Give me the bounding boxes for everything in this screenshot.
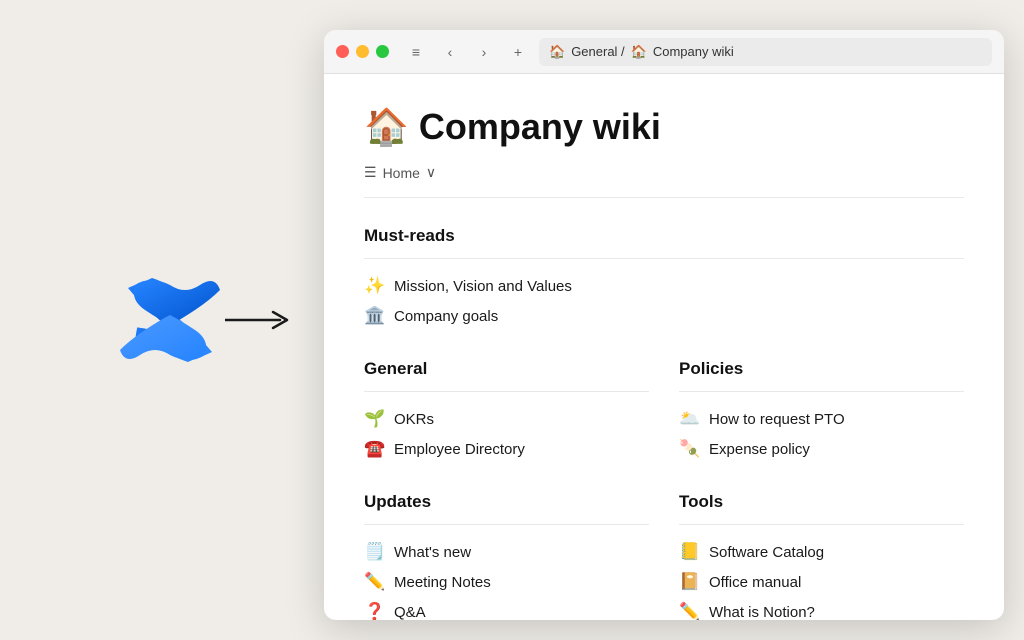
address-bar[interactable]: 🏠 General / 🏠 Company wiki [539, 38, 992, 66]
meeting-notes-label: Meeting Notes [394, 574, 491, 591]
address-home-icon: 🏠 [549, 44, 565, 60]
browser-titlebar: ≡ ‹ › + 🏠 General / 🏠 Company wiki [324, 30, 1004, 74]
what-is-notion-emoji: ✏️ [679, 602, 701, 620]
mission-link[interactable]: ✨ Mission, Vision and Values [364, 271, 964, 301]
company-goals-emoji: 🏛️ [364, 306, 386, 326]
employee-directory-emoji: ☎️ [364, 439, 386, 459]
software-catalog-emoji: 📒 [679, 542, 701, 562]
pto-link[interactable]: 🌥️ How to request PTO [679, 404, 964, 434]
left-panel [0, 0, 340, 640]
whats-new-emoji: 🗒️ [364, 542, 386, 562]
maximize-button[interactable] [376, 45, 389, 58]
mission-emoji: ✨ [364, 276, 386, 296]
arrow-icon [225, 305, 305, 335]
company-goals-link[interactable]: 🏛️ Company goals [364, 301, 964, 331]
policies-section: Policies 🌥️ How to request PTO 🍡 Expense… [679, 359, 964, 464]
expense-policy-emoji: 🍡 [679, 439, 701, 459]
company-goals-label: Company goals [394, 308, 498, 325]
expense-policy-label: Expense policy [709, 441, 810, 458]
page-title: 🏠 Company wiki [364, 106, 964, 148]
meeting-notes-link[interactable]: ✏️ Meeting Notes [364, 567, 649, 597]
breadcrumb-icon: ☰ [364, 164, 377, 181]
tools-heading: Tools [679, 492, 964, 512]
address-text: General / [571, 44, 624, 59]
forward-button[interactable]: › [471, 39, 497, 65]
employee-directory-link[interactable]: ☎️ Employee Directory [364, 434, 649, 464]
new-tab-button[interactable]: + [505, 39, 531, 65]
whats-new-link[interactable]: 🗒️ What's new [364, 537, 649, 567]
expense-policy-link[interactable]: 🍡 Expense policy [679, 434, 964, 464]
breadcrumb-chevron: ∨ [426, 164, 436, 181]
close-button[interactable] [336, 45, 349, 58]
qa-link[interactable]: ❓ Q&A [364, 597, 649, 620]
qa-label: Q&A [394, 604, 426, 621]
office-manual-link[interactable]: 📔 Office manual [679, 567, 964, 597]
must-reads-section: Must-reads ✨ Mission, Vision and Values … [364, 226, 964, 331]
office-manual-label: Office manual [709, 574, 801, 591]
pto-emoji: 🌥️ [679, 409, 701, 429]
must-reads-heading: Must-reads [364, 226, 964, 246]
traffic-lights [336, 45, 389, 58]
general-heading: General [364, 359, 649, 379]
what-is-notion-link[interactable]: ✏️ What is Notion? [679, 597, 964, 620]
pto-label: How to request PTO [709, 411, 845, 428]
page-title-text: Company wiki [419, 106, 661, 148]
general-divider [364, 391, 649, 392]
minimize-button[interactable] [356, 45, 369, 58]
software-catalog-label: Software Catalog [709, 544, 824, 561]
address-page-title: Company wiki [653, 44, 734, 59]
back-button[interactable]: ‹ [437, 39, 463, 65]
qa-emoji: ❓ [364, 602, 386, 620]
must-reads-divider [364, 258, 964, 259]
what-is-notion-label: What is Notion? [709, 604, 815, 621]
browser-window: ≡ ‹ › + 🏠 General / 🏠 Company wiki 🏠 Com… [324, 30, 1004, 620]
employee-directory-label: Employee Directory [394, 441, 525, 458]
page-title-emoji: 🏠 [364, 106, 409, 148]
breadcrumb-nav: ☰ Home ∨ [364, 164, 964, 198]
two-col-layout: General 🌱 OKRs ☎️ Employee Directory Pol… [364, 359, 964, 620]
confluence-logo [115, 265, 225, 375]
breadcrumb-home-label[interactable]: Home [383, 165, 420, 181]
policies-divider [679, 391, 964, 392]
hamburger-menu-button[interactable]: ≡ [403, 39, 429, 65]
logo-container [115, 265, 225, 375]
tools-divider [679, 524, 964, 525]
updates-divider [364, 524, 649, 525]
updates-section: Updates 🗒️ What's new ✏️ Meeting Notes ❓… [364, 492, 649, 620]
page-content: 🏠 Company wiki ☰ Home ∨ Must-reads ✨ Mis… [324, 74, 1004, 620]
okrs-link[interactable]: 🌱 OKRs [364, 404, 649, 434]
meeting-notes-emoji: ✏️ [364, 572, 386, 592]
okrs-emoji: 🌱 [364, 409, 386, 429]
tools-section: Tools 📒 Software Catalog 📔 Office manual… [679, 492, 964, 620]
mission-label: Mission, Vision and Values [394, 278, 572, 295]
policies-heading: Policies [679, 359, 964, 379]
office-manual-emoji: 📔 [679, 572, 701, 592]
updates-heading: Updates [364, 492, 649, 512]
address-page-icon: 🏠 [631, 44, 647, 60]
okrs-label: OKRs [394, 411, 434, 428]
general-section: General 🌱 OKRs ☎️ Employee Directory [364, 359, 649, 464]
software-catalog-link[interactable]: 📒 Software Catalog [679, 537, 964, 567]
whats-new-label: What's new [394, 544, 471, 561]
